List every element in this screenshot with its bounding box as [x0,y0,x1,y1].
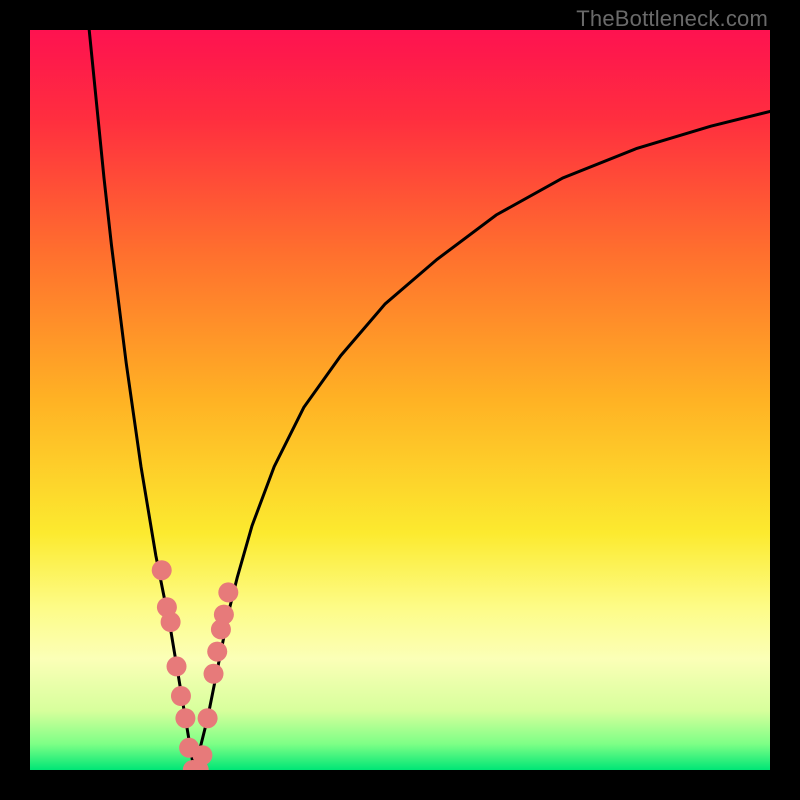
data-marker [161,612,181,632]
data-marker [167,656,187,676]
data-marker [218,582,238,602]
data-marker [214,605,234,625]
data-marker [207,642,227,662]
curve-layer [30,30,770,770]
data-marker [204,664,224,684]
data-marker [198,708,218,728]
chart-frame: TheBottleneck.com [0,0,800,800]
watermark-text: TheBottleneck.com [576,6,768,32]
data-marker [175,708,195,728]
curve-right-branch [194,111,770,770]
data-marker [171,686,191,706]
data-marker [152,560,172,580]
plot-area [30,30,770,770]
data-marker [192,745,212,765]
data-markers [152,560,239,770]
